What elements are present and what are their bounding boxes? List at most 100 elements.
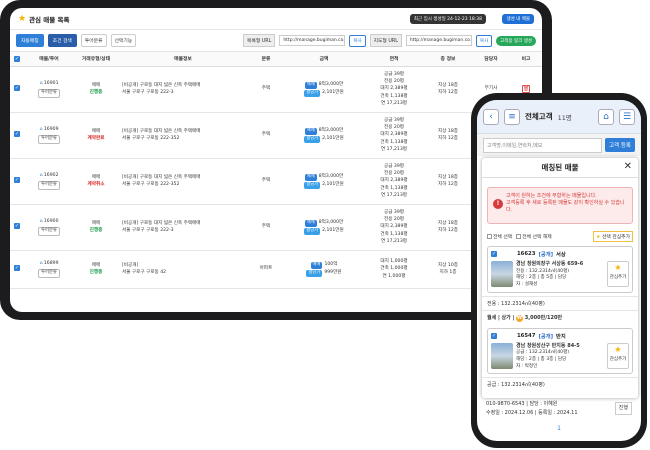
deal-type: 매매 bbox=[91, 262, 101, 268]
table-header: ✓ 매물/투어 거래유형/상태 매물정보 분류 금액 면적 층 정보 담당자 비고 bbox=[10, 52, 542, 67]
copy-map-url-button[interactable]: 복사 bbox=[475, 34, 493, 47]
price-per: 999만원 bbox=[324, 270, 342, 275]
price-type: 월세 | 상가 | bbox=[487, 314, 517, 321]
tour-select[interactable]: 투어분류 bbox=[38, 227, 60, 236]
checkbox-icon[interactable]: ✓ bbox=[491, 332, 497, 339]
area-line: 대지 2,389평 bbox=[380, 178, 408, 184]
price-per: 2,101만원 bbox=[322, 90, 344, 95]
property-card[interactable]: ✓ 16623 [공개] 서상 경남 창원의창구 서상동 659-6 전용 : 13… bbox=[487, 246, 633, 293]
deal-type: 매매 bbox=[91, 128, 101, 134]
tour-select[interactable]: 투어분류 bbox=[38, 181, 60, 190]
back-icon[interactable]: ‹ bbox=[483, 108, 499, 125]
property-address: 서울 구로구 구로동 222-3 bbox=[122, 90, 174, 95]
area-line: 건축 1,138평 bbox=[380, 185, 408, 191]
area-line: 공급 39평 bbox=[384, 210, 404, 216]
table-row[interactable]: ✓ ⌂ 16902 투어분류 매매 계약취소 [비공개] 구로동 대지 넓은 신축 주택매… bbox=[10, 158, 542, 205]
floor-line: 지하 1층 bbox=[439, 270, 457, 275]
row-checkbox[interactable]: ✓ bbox=[14, 265, 20, 272]
checkbox-icon[interactable]: ✓ bbox=[14, 55, 20, 62]
table-row[interactable]: ✓ ⌂ 16901 투어분류 매매 진행중 [비공개] 구로동 대지 넓은 신축 주택매매… bbox=[10, 66, 542, 113]
area-line: 공급 39평 bbox=[384, 72, 404, 78]
property-name[interactable]: [비공개] 구로동 대지 넓은 신축 주택매매 bbox=[122, 221, 201, 226]
auto-match-button[interactable]: 자동매칭 bbox=[16, 34, 44, 47]
table-row[interactable]: ✓ ⌂ 16899 투어분류 매매 진행중 [비공개] 서울 구로구 구로동 42 아파트 매매… bbox=[10, 250, 542, 289]
area-line: 연 17,213평 bbox=[381, 238, 407, 244]
status-label: 계약완료 bbox=[87, 136, 105, 141]
home-icon[interactable]: ⌂ bbox=[598, 108, 614, 125]
copy-list-url-button[interactable]: 복사 bbox=[349, 34, 366, 47]
page-number[interactable]: 1 bbox=[477, 425, 641, 432]
select-all-label: 전체 선택 bbox=[493, 234, 513, 240]
menu-icon[interactable]: ☰ bbox=[619, 108, 635, 125]
deselect-all[interactable]: 전체 선택 해제 bbox=[516, 233, 552, 240]
register-button[interactable]: 생성 내 매물 bbox=[502, 14, 534, 24]
area-line: 대지 2,389평 bbox=[380, 224, 408, 230]
home-icon: ⌂ bbox=[39, 261, 43, 267]
category: 주택 bbox=[261, 132, 271, 138]
row-checkbox[interactable]: ✓ bbox=[14, 85, 20, 92]
price-per: 2,101만원 bbox=[322, 228, 344, 233]
condition-search-button[interactable]: 조건 검색 bbox=[47, 34, 77, 47]
search-bar: 고객명,이메일,연락처,메모 고객 등록 bbox=[477, 134, 641, 156]
category: 주택 bbox=[261, 224, 271, 230]
tour-select[interactable]: 투어분류 bbox=[38, 89, 60, 98]
info-alert: ! 고객이 원하는 조건에 부합하는 매물입니다. 고객등록 후 새로 등록된 … bbox=[487, 187, 633, 224]
property-name[interactable]: [비공개] 구로동 대지 넓은 신축 주택매매 bbox=[122, 175, 201, 180]
select-all[interactable]: 전체 선택 bbox=[487, 233, 512, 240]
filter-icon[interactable]: ≡ bbox=[504, 108, 520, 125]
date-badge: 최근 임시 생성일 24-12-23 18:38 bbox=[409, 14, 486, 24]
property-address: 서울 구로구 구로동 42 bbox=[122, 270, 167, 275]
category: 아파트 bbox=[259, 266, 273, 272]
price-tag-icon: 평당가 bbox=[306, 270, 323, 277]
table-row[interactable]: ✓ ⌂ 16900 투어분류 매매 진행중 [비공개] 구로동 대지 넓은 신축 주택매매… bbox=[10, 204, 542, 251]
row-checkbox[interactable]: ✓ bbox=[14, 223, 20, 230]
customer-info: 010-9870-6543 | 담당 : 이혜원 수정일 : 2024.12.0… bbox=[477, 400, 641, 418]
price-tag-icon: 평당가 bbox=[304, 182, 321, 189]
status-select[interactable]: 진행 bbox=[614, 402, 632, 415]
customer-dates: 수정일 : 2024.12.06 | 등록일 : 2024.11 bbox=[486, 410, 578, 416]
selection-bar: 전체 선택 전체 선택 해제 ★ 선택 관심추가 bbox=[482, 229, 638, 243]
alert-text-1: 고객이 원하는 조건에 부합하는 매물입니다. bbox=[506, 193, 597, 199]
column-header: 층 정보 bbox=[424, 52, 472, 67]
search-input[interactable]: 고객명,이메일,연락처,메모 bbox=[483, 137, 602, 153]
function-select[interactable]: 선택기능 bbox=[110, 34, 137, 47]
area-line: 연 17,213평 bbox=[381, 100, 407, 106]
card-line: 자 : 설재성 bbox=[516, 281, 538, 287]
area-line: 대지 1,000평 bbox=[380, 259, 408, 265]
property-id: 16901 bbox=[43, 81, 59, 87]
property-name[interactable]: [비공개] 구로동 대지 넓은 신축 주택매매 bbox=[122, 83, 201, 88]
trash-icon[interactable]: 🗑 bbox=[522, 84, 530, 93]
card-id: 16623 bbox=[517, 251, 536, 257]
table-body: ✓ ⌂ 16901 투어분류 매매 진행중 [비공개] 구로동 대지 넓은 신축 주택매매… bbox=[10, 66, 542, 289]
favorite-button[interactable]: ★ 관심추가 bbox=[607, 342, 629, 369]
card-line: 전용 : 132.2314㎡(40평) bbox=[516, 268, 570, 274]
area-line: 연 1,000평 bbox=[382, 273, 406, 279]
tour-select[interactable]: 투어분류 bbox=[38, 135, 60, 144]
property-card[interactable]: ✓ 16547 [공개] 반지 경남 창원성산구 반지동 84-5 공급 : 132… bbox=[487, 327, 633, 375]
map-url-field[interactable]: http://manage.bugiman.co.kr/s bbox=[405, 35, 472, 46]
property-name[interactable]: [비공개] bbox=[122, 263, 138, 268]
checkbox-icon[interactable]: ✓ bbox=[491, 251, 497, 257]
card-detail: 공급 : 132.2314㎡(40평) bbox=[482, 377, 638, 391]
favorite-button[interactable]: ★ 관심추가 bbox=[607, 261, 629, 287]
tour-select[interactable]: 투어분류 bbox=[38, 269, 60, 278]
tour-type-select[interactable]: 투어분류 bbox=[80, 34, 107, 47]
register-customer-button[interactable]: 고객 등록 bbox=[605, 138, 635, 152]
table-row[interactable]: ✓ ⌂ 16909 투어분류 매매 계약완료 [비공개] 구로동 대지 넓은 신축 주택매… bbox=[10, 112, 542, 159]
column-header: 매물정보 bbox=[118, 52, 248, 67]
list-url-field[interactable]: http://manage.bugiman.co.kr/s bbox=[279, 35, 346, 46]
add-favorites-button[interactable]: ★ 선택 관심추가 bbox=[593, 230, 633, 242]
property-name[interactable]: [비공개] 구로동 대지 넓은 신축 주택매매 bbox=[122, 129, 201, 134]
price-tag-icon: 매매 bbox=[304, 220, 317, 227]
agent-name: 부기사 bbox=[484, 86, 498, 92]
customer-link-button[interactable]: 고객용 링크 생성 bbox=[496, 35, 536, 46]
area-line: 건축 1,138평 bbox=[380, 231, 408, 237]
row-checkbox[interactable]: ✓ bbox=[14, 131, 20, 138]
area-line: 건축 1,000평 bbox=[380, 266, 408, 272]
area-line: 전용 20평 bbox=[384, 79, 404, 85]
area-line: 전용 20평 bbox=[384, 217, 404, 223]
category: 주택 bbox=[261, 178, 271, 184]
tablet-screen: ★ 관심 매물 목록 최근 임시 생성일 24-12-23 18:38 생성 내… bbox=[10, 8, 542, 312]
row-checkbox[interactable]: ✓ bbox=[14, 177, 20, 184]
close-icon[interactable]: ✕ bbox=[624, 161, 632, 172]
